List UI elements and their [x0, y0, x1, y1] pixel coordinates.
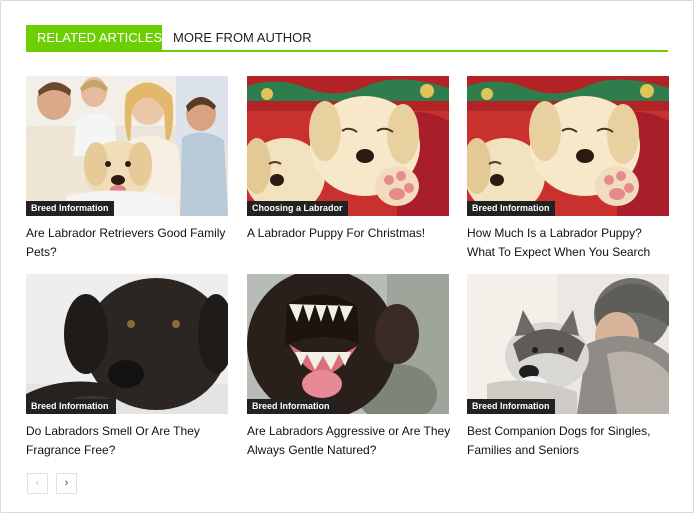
next-page-button[interactable]: ›: [56, 473, 77, 494]
article-title[interactable]: Do Labradors Smell Or Are They Fragrance…: [26, 422, 231, 460]
chevron-right-icon: ›: [64, 477, 69, 489]
category-badge[interactable]: Breed Information: [26, 201, 114, 216]
article-card[interactable]: Breed Information Are Labradors Aggressi…: [247, 274, 452, 460]
growling-dog-photo: [247, 274, 449, 414]
category-badge[interactable]: Breed Information: [467, 399, 555, 414]
article-title[interactable]: A Labrador Puppy For Christmas!: [247, 224, 452, 243]
labrador-puppies-christmas-photo: [467, 76, 669, 216]
article-thumbnail[interactable]: Breed Information: [26, 76, 228, 216]
article-card[interactable]: Choosing a Labrador A Labrador Puppy For…: [247, 76, 449, 243]
article-title[interactable]: How Much Is a Labrador Puppy? What To Ex…: [467, 224, 672, 262]
article-thumbnail[interactable]: Breed Information: [26, 274, 228, 414]
tab-related-articles[interactable]: RELATED ARTICLES: [26, 25, 162, 50]
article-thumbnail[interactable]: Breed Information: [247, 274, 449, 414]
tab-bar: RELATED ARTICLES MORE FROM AUTHOR: [26, 25, 668, 52]
article-title[interactable]: Are Labradors Aggressive or Are They Alw…: [247, 422, 452, 460]
family-with-labrador-photo: [26, 76, 228, 216]
article-title[interactable]: Are Labrador Retrievers Good Family Pets…: [26, 224, 231, 262]
article-card[interactable]: Breed Information Best Companion Dogs fo…: [467, 274, 669, 460]
black-labrador-photo: [26, 274, 228, 414]
tab-more-from-author[interactable]: MORE FROM AUTHOR: [162, 25, 323, 50]
article-title[interactable]: Best Companion Dogs for Singles, Familie…: [467, 422, 672, 460]
article-card[interactable]: Breed Information How Much Is a Labrador…: [467, 76, 669, 262]
category-badge[interactable]: Breed Information: [26, 399, 114, 414]
article-thumbnail[interactable]: Breed Information: [467, 76, 669, 216]
article-thumbnail[interactable]: Choosing a Labrador: [247, 76, 449, 216]
previous-page-button[interactable]: ‹: [27, 473, 48, 494]
chevron-left-icon: ‹: [35, 477, 40, 489]
related-articles-widget: RELATED ARTICLES MORE FROM AUTHOR Breed …: [0, 0, 694, 513]
category-badge[interactable]: Breed Information: [247, 399, 335, 414]
article-card[interactable]: Breed Information Do Labradors Smell Or …: [26, 274, 228, 460]
woman-hugging-husky-photo: [467, 274, 669, 414]
article-card[interactable]: Breed Information Are Labrador Retriever…: [26, 76, 228, 262]
category-badge[interactable]: Choosing a Labrador: [247, 201, 348, 216]
category-badge[interactable]: Breed Information: [467, 201, 555, 216]
labrador-puppies-christmas-photo: [247, 76, 449, 216]
article-thumbnail[interactable]: Breed Information: [467, 274, 669, 414]
